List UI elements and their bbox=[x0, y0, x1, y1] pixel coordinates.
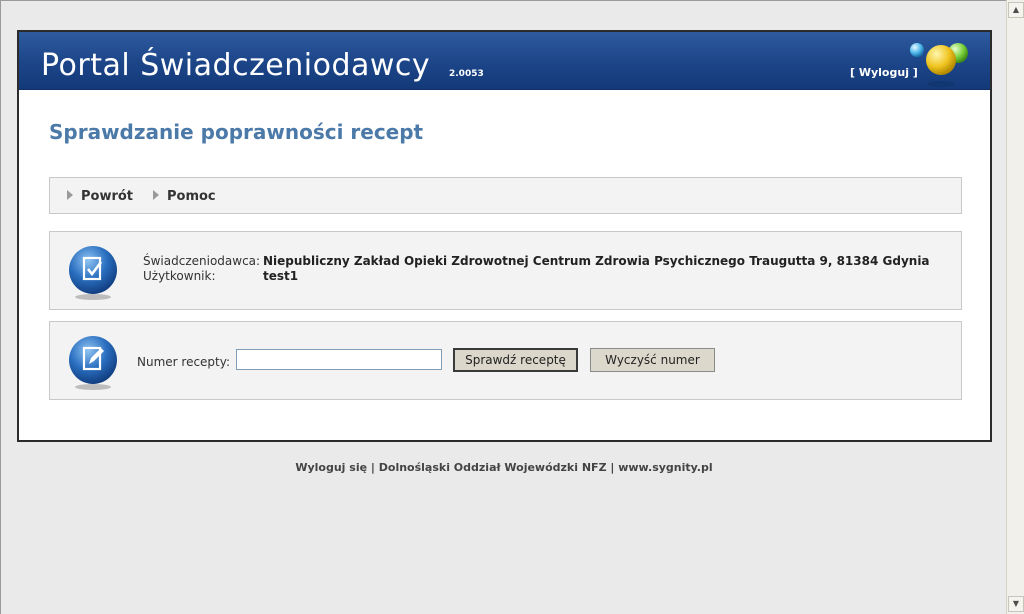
triangle-right-icon bbox=[153, 190, 159, 200]
document-edit-icon bbox=[69, 336, 117, 390]
scroll-up-arrow-icon[interactable]: ▲ bbox=[1008, 2, 1024, 18]
provider-value: Niepubliczny Zakład Opieki Zdrowotnej Ce… bbox=[263, 254, 930, 268]
nav-back-label: Powrót bbox=[81, 189, 134, 204]
nav-help-label: Pomoc bbox=[167, 189, 216, 204]
app-title: Portal Świadczeniodawcy bbox=[41, 48, 431, 83]
nav-back-link[interactable]: Powrót bbox=[67, 189, 133, 204]
footer-separator: | bbox=[367, 461, 379, 474]
prescription-number-input[interactable] bbox=[236, 349, 442, 370]
prescription-check-panel: Numer recepty: Sprawdź receptę Wyczyść n… bbox=[49, 321, 962, 400]
footer-separator: | bbox=[606, 461, 619, 474]
document-check-icon bbox=[69, 246, 117, 300]
user-label: Użytkownik: bbox=[143, 269, 216, 283]
browser-viewport: Portal Świadczeniodawcy 2.0053 [ Wyloguj… bbox=[0, 0, 1006, 614]
provider-info-panel: Świadczeniodawca: Niepubliczny Zakład Op… bbox=[49, 231, 962, 310]
check-prescription-button[interactable]: Sprawdź receptę bbox=[453, 348, 578, 372]
app-version: 2.0053 bbox=[449, 69, 484, 79]
footer-site-link[interactable]: www.sygnity.pl bbox=[618, 461, 712, 474]
prescription-number-label: Numer recepty: bbox=[137, 355, 231, 369]
user-value: test1 bbox=[263, 269, 299, 283]
scroll-down-arrow-icon[interactable]: ▼ bbox=[1008, 596, 1024, 612]
nav-help-link[interactable]: Pomoc bbox=[153, 189, 216, 204]
provider-label: Świadczeniodawca: bbox=[143, 254, 261, 268]
page-title: Sprawdzanie poprawności recept bbox=[49, 120, 424, 144]
orbs-logo-icon bbox=[910, 43, 968, 87]
main-frame: Portal Świadczeniodawcy 2.0053 [ Wyloguj… bbox=[17, 30, 992, 442]
footer: Wyloguj się | Dolnośląski Oddział Wojewó… bbox=[1, 461, 1007, 474]
triangle-right-icon bbox=[67, 190, 73, 200]
header-banner: Portal Świadczeniodawcy 2.0053 [ Wyloguj… bbox=[19, 32, 990, 90]
vertical-scrollbar[interactable]: ▲ ▼ bbox=[1006, 0, 1024, 614]
footer-branch-text: Dolnośląski Oddział Wojewódzki NFZ bbox=[378, 461, 607, 474]
nav-bar: Powrót Pomoc bbox=[49, 177, 962, 214]
footer-logout-link[interactable]: Wyloguj się bbox=[295, 461, 367, 474]
clear-number-button[interactable]: Wyczyść numer bbox=[590, 348, 715, 372]
